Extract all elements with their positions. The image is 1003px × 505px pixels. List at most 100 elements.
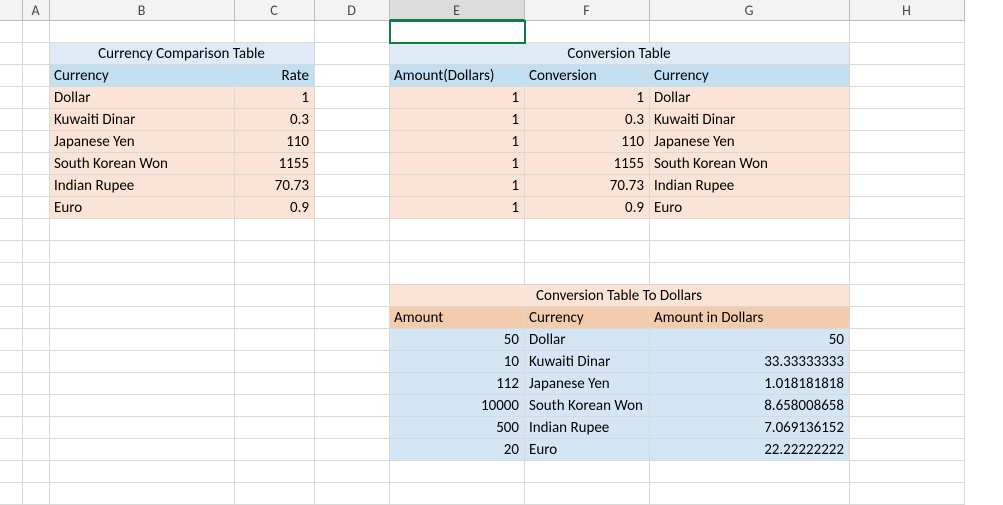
cell-F1[interactable] <box>525 21 650 43</box>
cell-A20[interactable] <box>23 439 50 461</box>
cell-H10[interactable] <box>850 219 965 241</box>
cell-A11[interactable] <box>23 241 50 263</box>
cell-G11[interactable] <box>650 241 850 263</box>
t3-curr-4[interactable]: Indian Rupee <box>525 417 650 439</box>
cell-C15[interactable] <box>235 329 315 351</box>
cell-D18[interactable] <box>315 395 390 417</box>
cell-H16[interactable] <box>850 351 965 373</box>
t2-amount-5[interactable]: 1 <box>390 197 525 219</box>
cell-A6[interactable] <box>23 131 50 153</box>
cell-G1[interactable] <box>650 21 850 43</box>
cell-A17[interactable] <box>23 373 50 395</box>
select-all-corner[interactable] <box>0 0 23 21</box>
cell-A15[interactable] <box>23 329 50 351</box>
t3-amount-1[interactable]: 10 <box>390 351 525 373</box>
cell-H5[interactable] <box>850 109 965 131</box>
cell-F10[interactable] <box>525 219 650 241</box>
table1-currency-0[interactable]: Dollar <box>50 87 235 109</box>
cell-C18[interactable] <box>235 395 315 417</box>
t2-conv-0[interactable]: 1 <box>525 87 650 109</box>
cell-G21[interactable] <box>650 461 850 483</box>
cell-D8[interactable] <box>315 175 390 197</box>
table1-currency-2[interactable]: Japanese Yen <box>50 131 235 153</box>
cell-A12[interactable] <box>23 263 50 285</box>
cell-H19[interactable] <box>850 417 965 439</box>
cell-G22[interactable] <box>650 483 850 505</box>
cell-B21[interactable] <box>50 461 235 483</box>
t2-curr-5[interactable]: Euro <box>650 197 850 219</box>
cell-A16[interactable] <box>23 351 50 373</box>
cell-A5[interactable] <box>23 109 50 131</box>
cell-C12[interactable] <box>235 263 315 285</box>
t2-amount-3[interactable]: 1 <box>390 153 525 175</box>
cell-D14[interactable] <box>315 307 390 329</box>
cell-D9[interactable] <box>315 197 390 219</box>
t2-curr-3[interactable]: South Korean Won <box>650 153 850 175</box>
col-header-E[interactable]: E <box>390 0 525 21</box>
t3-curr-3[interactable]: South Korean Won <box>525 395 650 417</box>
cell-D20[interactable] <box>315 439 390 461</box>
col-header-A[interactable]: A <box>23 0 50 21</box>
t3-amount-2[interactable]: 112 <box>390 373 525 395</box>
cell-H20[interactable] <box>850 439 965 461</box>
t3-curr-0[interactable]: Dollar <box>525 329 650 351</box>
cell-D4[interactable] <box>315 87 390 109</box>
t3-dollars-2[interactable]: 1.018181818 <box>650 373 850 395</box>
cell-D13[interactable] <box>315 285 390 307</box>
col-header-C[interactable]: C <box>235 0 315 21</box>
cell-A9[interactable] <box>23 197 50 219</box>
cell-H17[interactable] <box>850 373 965 395</box>
cell-H4[interactable] <box>850 87 965 109</box>
t3-dollars-4[interactable]: 7.069136152 <box>650 417 850 439</box>
cell-G10[interactable] <box>650 219 850 241</box>
t3-curr-1[interactable]: Kuwaiti Dinar <box>525 351 650 373</box>
t2-conv-2[interactable]: 110 <box>525 131 650 153</box>
table1-rate-4[interactable]: 70.73 <box>235 175 315 197</box>
cell-H8[interactable] <box>850 175 965 197</box>
cell-A22[interactable] <box>23 483 50 505</box>
cell-E10[interactable] <box>390 219 525 241</box>
cell-D2[interactable] <box>315 43 390 65</box>
t3-dollars-1[interactable]: 33.33333333 <box>650 351 850 373</box>
cell-B12[interactable] <box>50 263 235 285</box>
t2-curr-0[interactable]: Dollar <box>650 87 850 109</box>
cell-A13[interactable] <box>23 285 50 307</box>
cell-B17[interactable] <box>50 373 235 395</box>
t3-amount-0[interactable]: 50 <box>390 329 525 351</box>
cell-A2[interactable] <box>23 43 50 65</box>
table1-rate-3[interactable]: 1155 <box>235 153 315 175</box>
cell-A1[interactable] <box>23 21 50 43</box>
cell-B14[interactable] <box>50 307 235 329</box>
cell-D15[interactable] <box>315 329 390 351</box>
t2-conv-3[interactable]: 1155 <box>525 153 650 175</box>
cell-C10[interactable] <box>235 219 315 241</box>
cell-D17[interactable] <box>315 373 390 395</box>
cell-C22[interactable] <box>235 483 315 505</box>
t2-conv-4[interactable]: 70.73 <box>525 175 650 197</box>
col-header-D[interactable]: D <box>315 0 390 21</box>
cell-B22[interactable] <box>50 483 235 505</box>
col-header-H[interactable]: H <box>850 0 965 21</box>
cell-B18[interactable] <box>50 395 235 417</box>
cell-A14[interactable] <box>23 307 50 329</box>
cell-F11[interactable] <box>525 241 650 263</box>
cell-H14[interactable] <box>850 307 965 329</box>
cell-D5[interactable] <box>315 109 390 131</box>
t3-amount-3[interactable]: 10000 <box>390 395 525 417</box>
cell-A4[interactable] <box>23 87 50 109</box>
col-header-G[interactable]: G <box>650 0 850 21</box>
table1-currency-5[interactable]: Euro <box>50 197 235 219</box>
cell-A18[interactable] <box>23 395 50 417</box>
cell-A21[interactable] <box>23 461 50 483</box>
table1-rate-0[interactable]: 1 <box>235 87 315 109</box>
cell-B10[interactable] <box>50 219 235 241</box>
cell-B19[interactable] <box>50 417 235 439</box>
table1-rate-2[interactable]: 110 <box>235 131 315 153</box>
cell-D10[interactable] <box>315 219 390 241</box>
cell-C11[interactable] <box>235 241 315 263</box>
t2-curr-4[interactable]: Indian Rupee <box>650 175 850 197</box>
cell-H21[interactable] <box>850 461 965 483</box>
t2-amount-4[interactable]: 1 <box>390 175 525 197</box>
table1-rate-5[interactable]: 0.9 <box>235 197 315 219</box>
table1-currency-1[interactable]: Kuwaiti Dinar <box>50 109 235 131</box>
